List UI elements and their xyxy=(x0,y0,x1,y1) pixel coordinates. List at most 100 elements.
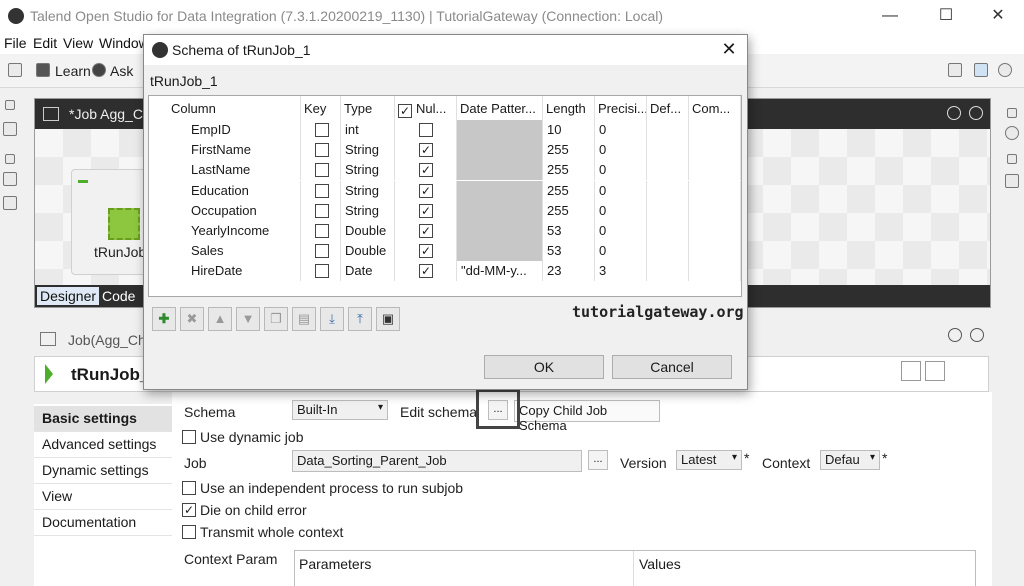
minimize-view-icon[interactable] xyxy=(947,106,961,120)
column-cell[interactable]: EmpID xyxy=(149,120,301,140)
maximize-view-icon[interactable] xyxy=(970,328,984,342)
nullable-cell[interactable]: ✓ xyxy=(395,180,457,201)
table-row[interactable]: Education String ✓ 255 0 xyxy=(149,180,741,201)
type-cell[interactable]: String xyxy=(341,200,395,221)
nullable-cell[interactable]: ✓ xyxy=(395,261,457,282)
save-icon[interactable] xyxy=(8,63,22,77)
integration-perspective-icon[interactable] xyxy=(974,63,988,77)
add-icon[interactable]: ✚ xyxy=(152,307,176,331)
comment-cell[interactable] xyxy=(689,140,741,161)
nav-advanced-settings[interactable]: Advanced settings xyxy=(34,432,172,458)
date-pattern-cell[interactable] xyxy=(457,160,543,181)
nullable-checkbox[interactable] xyxy=(419,123,433,137)
nullable-cell[interactable]: ✓ xyxy=(395,221,457,241)
precision-cell[interactable]: 0 xyxy=(595,200,647,221)
nullable-checkbox[interactable]: ✓ xyxy=(419,224,433,238)
component-view-title[interactable]: Job(Agg_Chi xyxy=(68,332,149,348)
nullable-checkbox[interactable]: ✓ xyxy=(419,143,433,158)
date-pattern-cell[interactable] xyxy=(457,180,543,201)
column-cell[interactable]: HireDate xyxy=(149,261,301,282)
type-cell[interactable]: Date xyxy=(341,261,395,282)
key-cell[interactable] xyxy=(301,160,341,181)
key-checkbox[interactable] xyxy=(315,264,329,279)
use-dynamic-job-checkbox[interactable] xyxy=(182,430,196,444)
column-cell[interactable]: LastName xyxy=(149,160,301,181)
date-pattern-cell[interactable] xyxy=(457,200,543,221)
menu-window[interactable]: Window xyxy=(99,35,149,51)
comment-cell[interactable] xyxy=(689,120,741,140)
date-pattern-cell[interactable] xyxy=(457,221,543,241)
home-icon[interactable] xyxy=(3,122,17,136)
default-cell[interactable] xyxy=(647,221,689,241)
col-header-default[interactable]: Def... xyxy=(647,96,689,122)
nullable-cell[interactable] xyxy=(395,120,457,140)
nav-documentation[interactable]: Documentation xyxy=(34,510,172,536)
independent-process-checkbox[interactable] xyxy=(182,481,196,495)
move-down-icon[interactable]: ▼ xyxy=(236,307,260,331)
comment-cell[interactable] xyxy=(689,221,741,241)
comment-cell[interactable] xyxy=(689,200,741,221)
nullable-checkbox[interactable]: ✓ xyxy=(419,264,433,279)
die-on-child-error-checkbox[interactable]: ✓ xyxy=(182,503,196,517)
type-cell[interactable]: String xyxy=(341,180,395,201)
length-cell[interactable]: 255 xyxy=(543,160,595,181)
date-pattern-cell[interactable] xyxy=(457,120,543,140)
column-cell[interactable]: FirstName xyxy=(149,140,301,161)
tab-code[interactable]: Code xyxy=(99,287,138,305)
col-header-column[interactable]: Column xyxy=(149,96,301,122)
comment-cell[interactable] xyxy=(689,180,741,201)
default-cell[interactable] xyxy=(647,200,689,221)
comment-cell[interactable] xyxy=(689,160,741,181)
import-icon[interactable]: ⤓ xyxy=(320,307,344,331)
key-cell[interactable] xyxy=(301,140,341,161)
length-cell[interactable]: 53 xyxy=(543,221,595,241)
precision-cell[interactable]: 0 xyxy=(595,241,647,262)
restore-icon[interactable] xyxy=(1007,154,1017,164)
col-header-nullable[interactable]: ✓ Nul... xyxy=(395,96,457,122)
length-cell[interactable]: 255 xyxy=(543,200,595,221)
precision-cell[interactable]: 0 xyxy=(595,120,647,140)
column-cell[interactable]: Education xyxy=(149,180,301,201)
key-checkbox[interactable] xyxy=(315,224,329,238)
key-cell[interactable] xyxy=(301,221,341,241)
context-params-table[interactable]: Parameters Values xyxy=(294,550,976,586)
col-header-comment[interactable]: Com... xyxy=(689,96,741,122)
palette-icon[interactable] xyxy=(1005,126,1019,140)
schema-table[interactable]: Column Key Type ✓ Nul... Date Patter... L… xyxy=(148,95,742,297)
table-row[interactable]: EmpID int 10 0 xyxy=(149,120,741,140)
column-cell[interactable]: Sales xyxy=(149,241,301,262)
restore-icon[interactable] xyxy=(5,100,15,110)
key-checkbox[interactable] xyxy=(315,183,329,198)
nav-view[interactable]: View xyxy=(34,484,172,510)
menu-view[interactable]: View xyxy=(63,35,93,51)
key-checkbox[interactable] xyxy=(315,143,329,158)
move-up-icon[interactable]: ▲ xyxy=(208,307,232,331)
key-cell[interactable] xyxy=(301,241,341,262)
default-cell[interactable] xyxy=(647,261,689,282)
default-cell[interactable] xyxy=(647,180,689,201)
default-cell[interactable] xyxy=(647,120,689,140)
table-row[interactable]: Sales Double ✓ 53 0 xyxy=(149,241,741,262)
key-cell[interactable] xyxy=(301,120,341,140)
nullable-checkbox[interactable]: ✓ xyxy=(419,244,433,259)
nullable-cell[interactable]: ✓ xyxy=(395,160,457,181)
precision-cell[interactable]: 3 xyxy=(595,261,647,282)
nullable-cell[interactable]: ✓ xyxy=(395,140,457,161)
trunjob-component-icon[interactable] xyxy=(108,208,140,240)
restore-icon[interactable] xyxy=(1007,108,1017,118)
delete-icon[interactable]: ✖ xyxy=(180,307,204,331)
search-icon[interactable] xyxy=(3,196,17,210)
table-row[interactable]: Occupation String ✓ 255 0 xyxy=(149,200,741,221)
column-cell[interactable]: YearlyIncome xyxy=(149,221,301,241)
ask-button[interactable]: Ask xyxy=(110,63,133,79)
type-cell[interactable]: String xyxy=(341,140,395,161)
menu-file[interactable]: File xyxy=(4,35,27,51)
length-cell[interactable]: 255 xyxy=(543,140,595,161)
save-icon[interactable]: ▣ xyxy=(376,307,400,331)
tab-designer[interactable]: Designer xyxy=(37,287,100,305)
cancel-button[interactable]: Cancel xyxy=(612,355,732,379)
layout-grid-icon[interactable] xyxy=(901,361,921,381)
job-browse-button[interactable]: ... xyxy=(588,450,608,470)
column-cell[interactable]: Occupation xyxy=(149,200,301,221)
col-header-length[interactable]: Length xyxy=(543,96,595,122)
